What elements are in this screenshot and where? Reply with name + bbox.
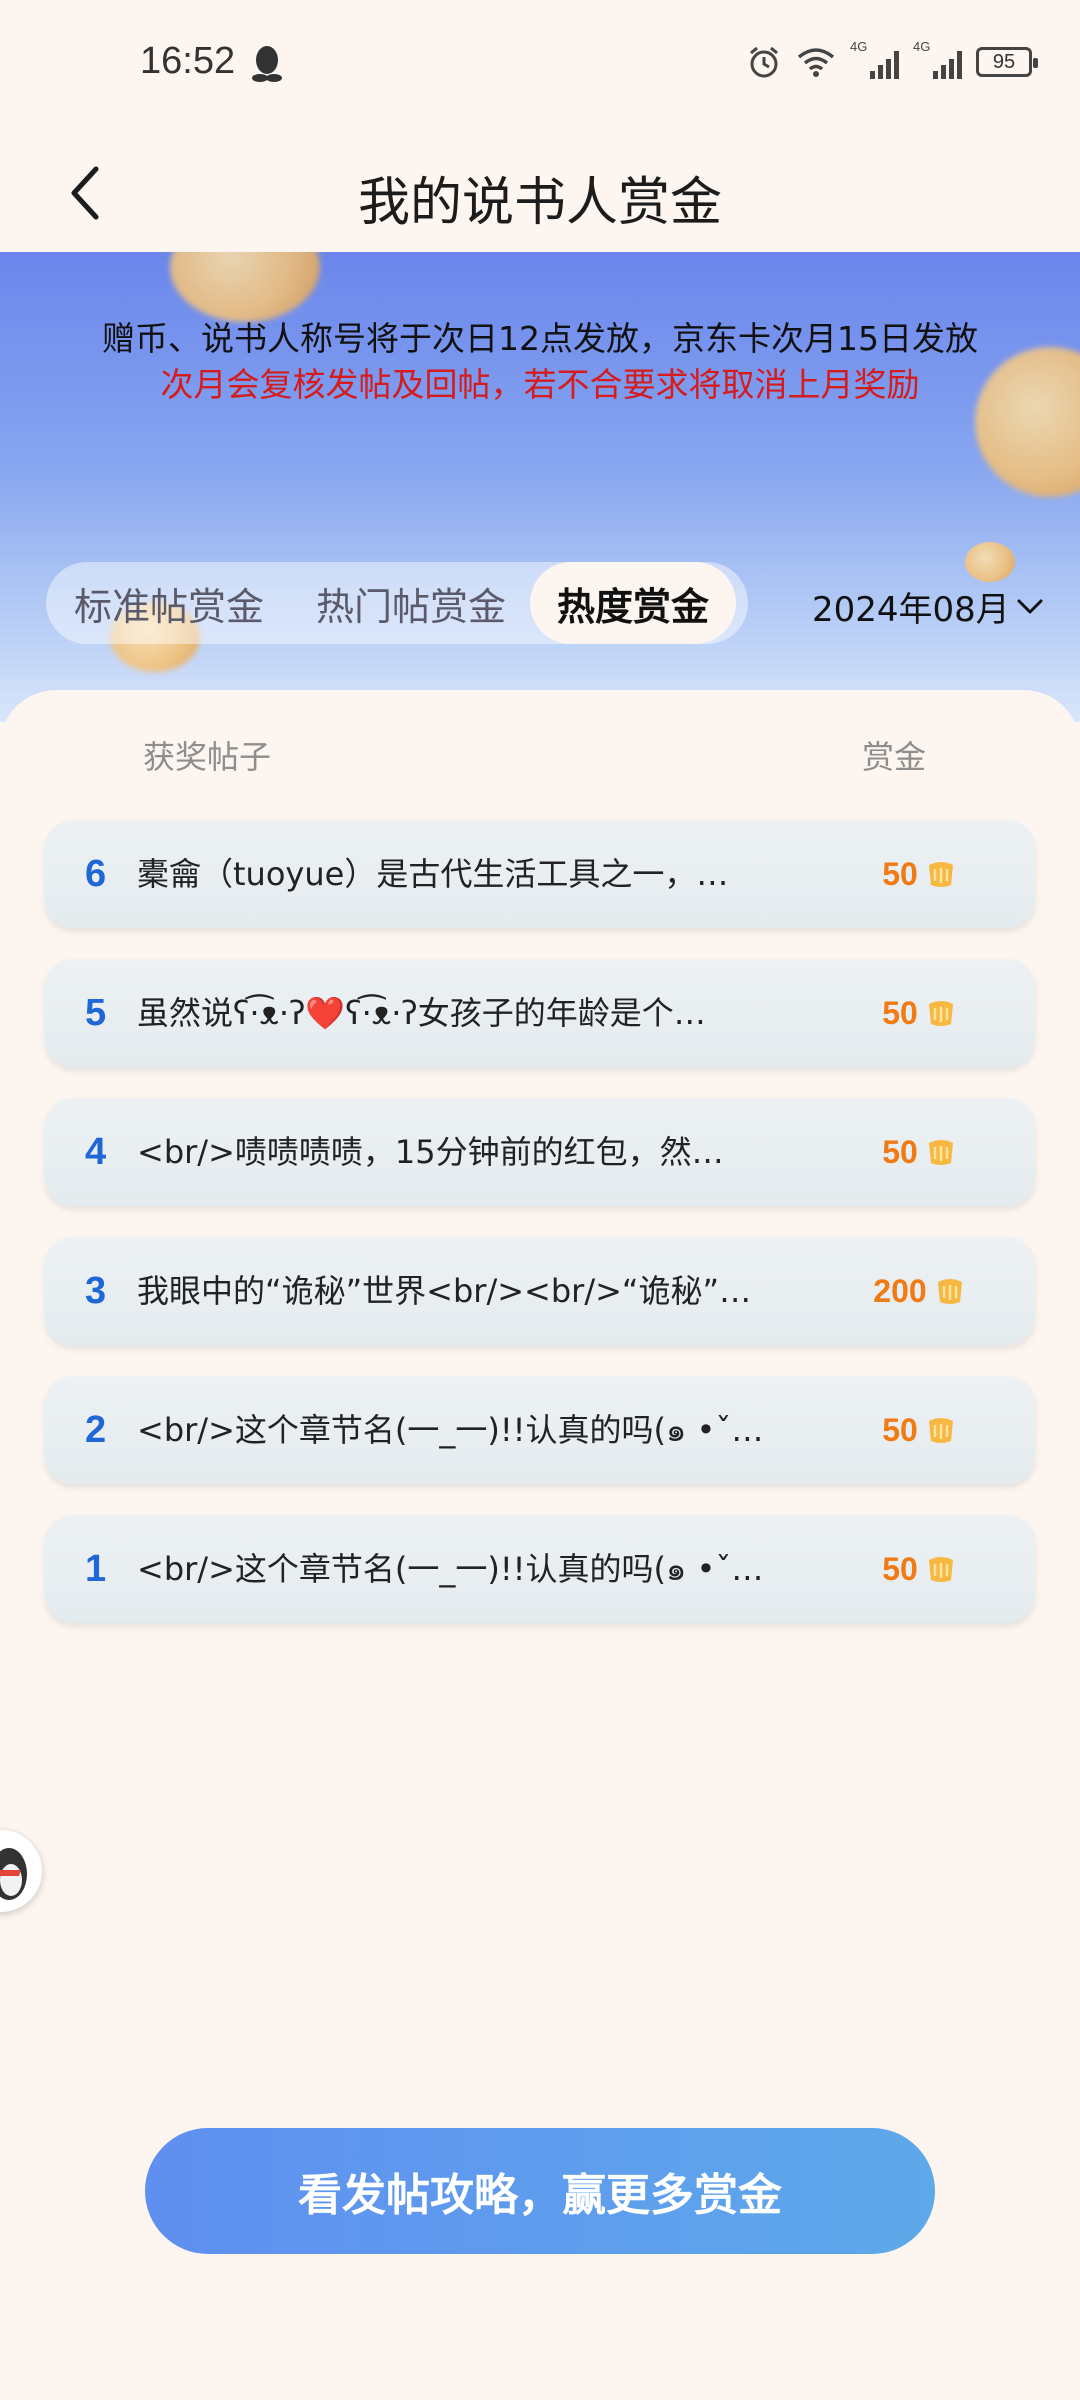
coin-icon	[937, 1279, 962, 1304]
list-item[interactable]: 3 我眼中的“诡秘”世界<br/><br/>“诡秘”… 200	[45, 1237, 1035, 1345]
reward-amount: 50	[825, 820, 1015, 928]
coin-icon	[928, 862, 953, 887]
battery-icon: 95	[976, 47, 1038, 77]
post-title: 橐龠（tuoyue）是古代生活工具之一，…	[137, 855, 729, 893]
month-value: 2024年08月	[812, 590, 1010, 630]
reward-value: 50	[882, 1133, 918, 1170]
post-title: 虽然说ʕ·͡ᴥ·ʔ❤️ʕ·͡ᴥ·ʔ女孩子的年龄是个…	[137, 994, 706, 1032]
coin-icon	[928, 1140, 953, 1165]
post-title: <br/>啧啧啧啧，15分钟前的红包，然…	[137, 1133, 724, 1171]
rank-number: 1	[85, 1548, 107, 1590]
notice-text: 赠币、说书人称号将于次日12点发放，京东卡次月15日发放	[102, 319, 978, 358]
reward-value: 50	[882, 1411, 918, 1448]
status-time: 16:52	[140, 40, 236, 82]
battery-level: 95	[992, 50, 1016, 73]
column-header-post: 获奖帖子	[143, 738, 272, 776]
posting-guide-button[interactable]: 看发帖攻略，赢更多赏金	[145, 2128, 935, 2254]
post-title: 我眼中的“诡秘”世界<br/><br/>“诡秘”…	[137, 1272, 752, 1310]
list-item[interactable]: 5 虽然说ʕ·͡ᴥ·ʔ❤️ʕ·͡ᴥ·ʔ女孩子的年龄是个… 50	[45, 959, 1035, 1067]
coin-icon	[928, 1001, 953, 1026]
rank-number: 3	[85, 1270, 107, 1312]
penguin-icon	[0, 1848, 27, 1900]
reward-list: 6 橐龠（tuoyue）是古代生活工具之一，… 50 5 虽然说ʕ·͡ᴥ·ʔ❤️…	[45, 820, 1035, 1654]
reward-amount: 50	[825, 1515, 1015, 1623]
reward-amount: 50	[825, 1376, 1015, 1484]
tab-hot-post-reward[interactable]: 热门帖赏金	[292, 562, 530, 644]
signal-icon: 4G	[850, 39, 899, 79]
reward-amount: 50	[825, 1098, 1015, 1206]
status-bar: 16:52 4G 4G 95	[0, 0, 1080, 130]
month-select[interactable]: 2024年08月	[812, 582, 1044, 631]
list-item[interactable]: 6 橐龠（tuoyue）是古代生活工具之一，… 50	[45, 820, 1035, 928]
tab-standard-post-reward[interactable]: 标准帖赏金	[46, 562, 292, 644]
reward-amount: 200	[825, 1237, 1015, 1345]
status-icons: 4G 4G 95	[746, 39, 1038, 84]
reward-amount: 50	[825, 959, 1015, 1067]
tab-bar: 标准帖赏金 热门帖赏金 热度赏金	[46, 562, 748, 644]
coin-icon	[928, 1418, 953, 1443]
list-item[interactable]: 1 <br/>这个章节名(一_一)!!认真的吗(๑ •ˇ… 50	[45, 1515, 1035, 1623]
qq-icon	[252, 46, 282, 82]
reward-value: 50	[882, 1550, 918, 1587]
column-header-reward: 赏金	[862, 738, 927, 776]
coin-decoration	[965, 542, 1015, 582]
reward-value: 50	[882, 855, 918, 892]
page-title: 我的说书人赏金	[357, 173, 722, 233]
network-type-label: 4G	[850, 39, 868, 54]
reward-value: 200	[873, 1272, 927, 1309]
banner: 赠币、说书人称号将于次日12点发放，京东卡次月15日发放 次月会复核发帖及回帖，…	[0, 252, 1080, 722]
alarm-icon	[750, 46, 778, 78]
warning-text: 次月会复核发帖及回帖，若不合要求将取消上月奖励	[160, 365, 920, 404]
rank-number: 4	[85, 1131, 107, 1173]
rank-number: 2	[85, 1409, 107, 1451]
app-header: 我的说书人赏金	[0, 130, 1080, 252]
chevron-down-icon	[1017, 599, 1043, 613]
post-title: <br/>这个章节名(一_一)!!认真的吗(๑ •ˇ…	[137, 1550, 764, 1588]
rank-number: 6	[85, 853, 107, 895]
post-title: <br/>这个章节名(一_一)!!认真的吗(๑ •ˇ…	[137, 1411, 764, 1449]
network-type-label: 4G	[913, 39, 931, 54]
wifi-icon	[797, 48, 835, 77]
coin-icon	[928, 1557, 953, 1582]
tab-popularity-reward[interactable]: 热度赏金	[530, 562, 736, 644]
reward-value: 50	[882, 994, 918, 1031]
list-item[interactable]: 2 <br/>这个章节名(一_一)!!认真的吗(๑ •ˇ… 50	[45, 1376, 1035, 1484]
signal-icon: 4G	[913, 39, 962, 79]
rank-number: 5	[85, 992, 107, 1034]
list-item[interactable]: 4 <br/>啧啧啧啧，15分钟前的红包，然… 50	[45, 1098, 1035, 1206]
